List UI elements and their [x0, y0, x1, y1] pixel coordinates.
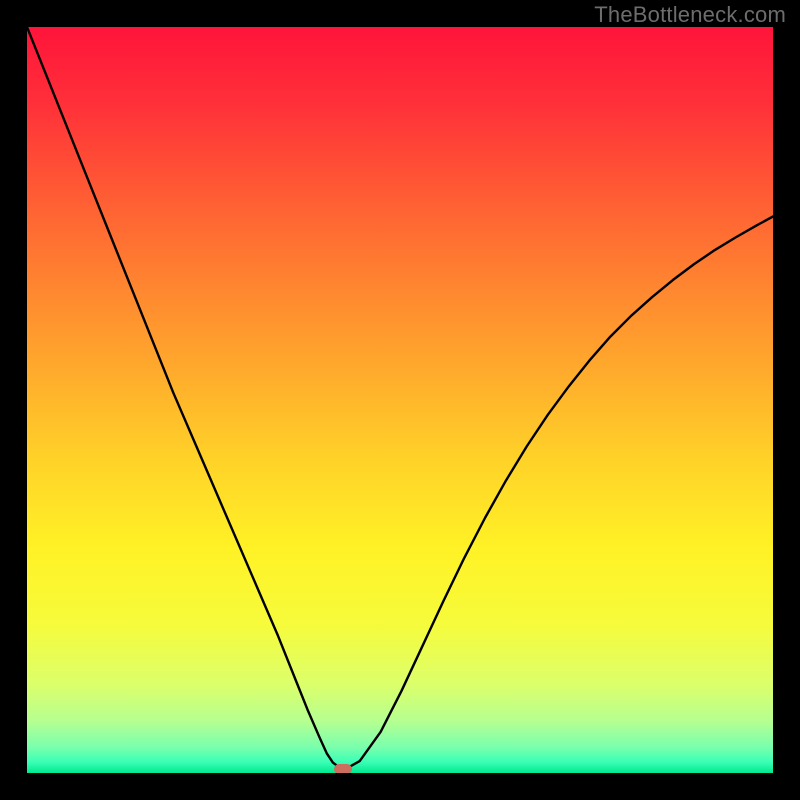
watermark-text: TheBottleneck.com — [594, 2, 786, 28]
optimal-point-marker — [334, 764, 352, 773]
plot-area — [27, 27, 773, 773]
plot-background-gradient — [27, 27, 773, 773]
chart-frame: TheBottleneck.com — [0, 0, 800, 800]
